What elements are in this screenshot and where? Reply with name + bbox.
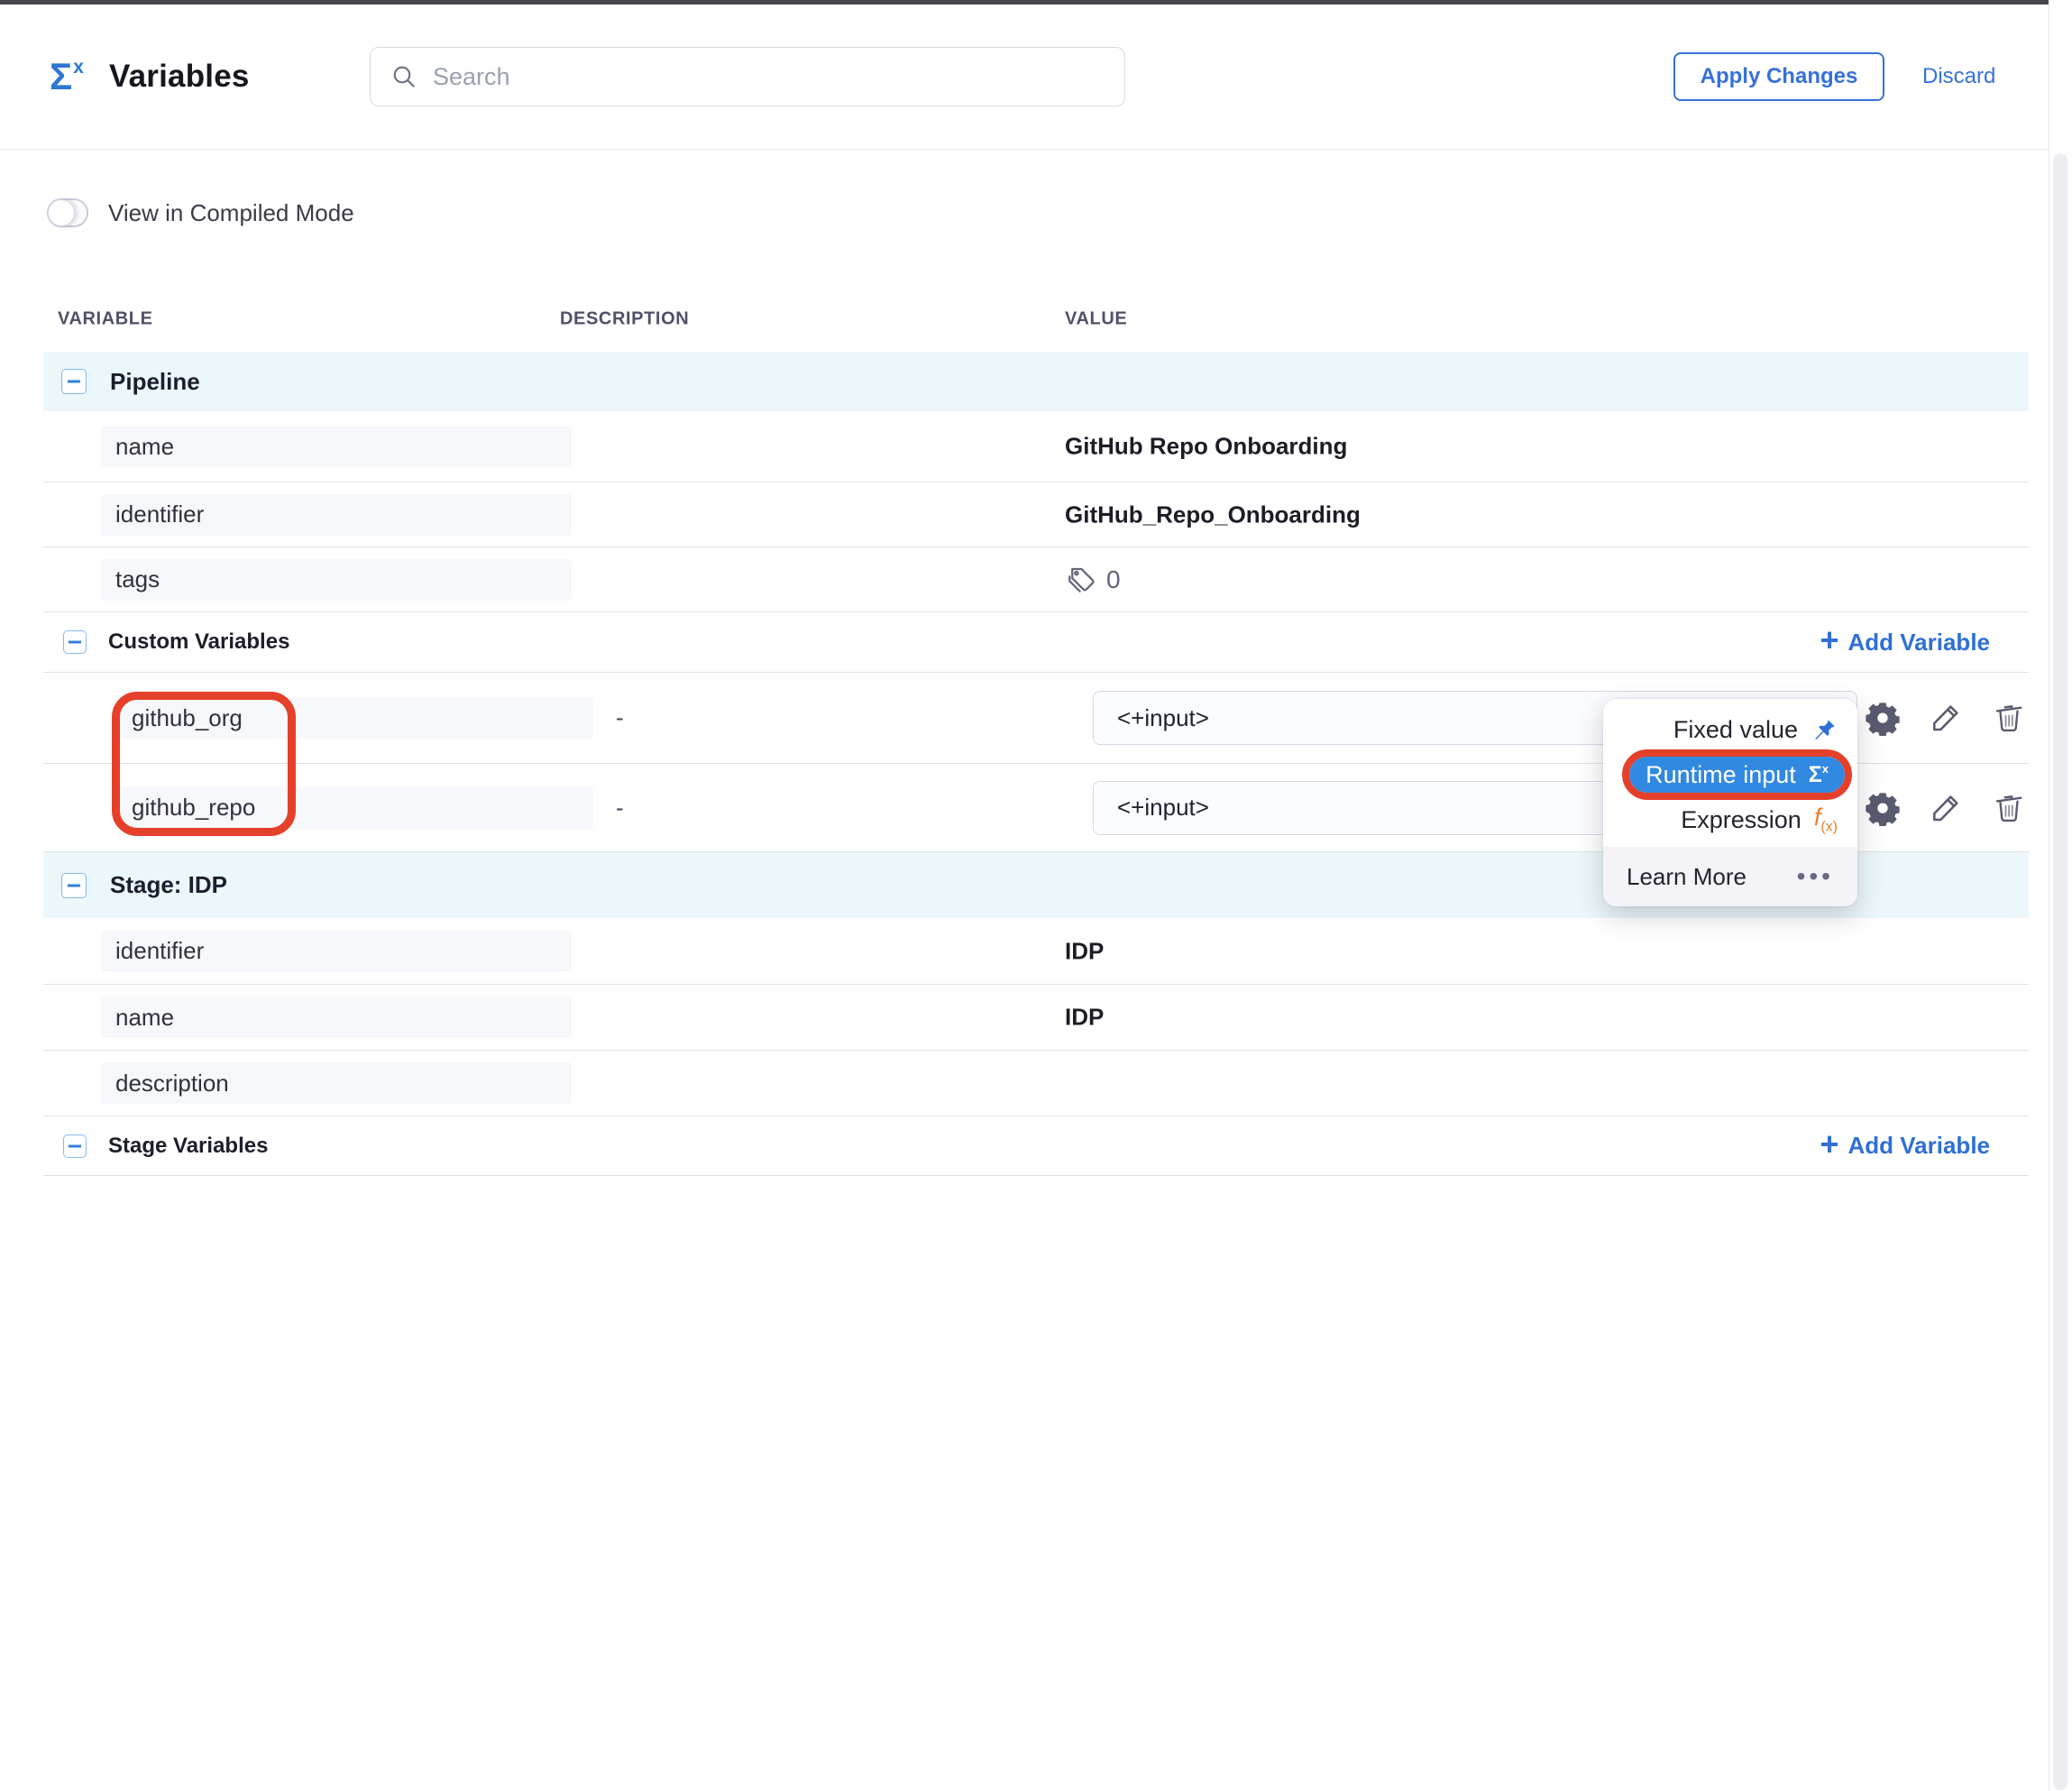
tag-icon (1065, 564, 1097, 596)
gear-icon (1865, 700, 1901, 736)
search-icon (390, 62, 418, 91)
sigma-variables-icon: Σx (50, 58, 84, 96)
value-type-menu-items: Fixed value Runtime input Σx Expression … (1603, 699, 1857, 847)
apply-changes-button[interactable]: Apply Changes (1673, 52, 1884, 101)
section-title-stage-variables: Stage Variables (108, 1134, 268, 1159)
table-row-pipeline-name: name GitHub Repo Onboarding (43, 411, 2029, 482)
compiled-mode-row: View in Compiled Mode (47, 197, 354, 228)
section-title-custom-variables: Custom Variables (108, 629, 289, 655)
variable-label-pill: name (101, 426, 572, 467)
variable-description: - (616, 794, 624, 822)
tag-count: 0 (1106, 565, 1121, 594)
variable-label: tags (115, 565, 160, 593)
pencil-icon (1929, 791, 1963, 825)
menu-item-expression[interactable]: Expression f(x) (1661, 802, 1857, 838)
variable-value: GitHub_Repo_Onboarding (1065, 501, 1361, 528)
menu-item-fixed-value[interactable]: Fixed value (1654, 712, 1857, 748)
variable-label: github_repo (132, 794, 255, 822)
pencil-icon (1929, 701, 1963, 735)
trash-icon (1992, 791, 2026, 825)
plus-icon: + (1820, 1128, 1838, 1161)
search-input[interactable] (431, 62, 1102, 92)
ellipsis-icon[interactable]: ••• (1797, 862, 1834, 891)
menu-item-runtime-input[interactable]: Runtime input Σx (1629, 757, 1845, 793)
column-header-variable: VARIABLE (58, 309, 153, 330)
add-variable-button[interactable]: + Add Variable (1814, 627, 1995, 657)
page-title: Variables (109, 59, 250, 95)
learn-more-row[interactable]: Learn More ••• (1603, 847, 1857, 906)
compiled-mode-label: View in Compiled Mode (108, 199, 354, 227)
variable-label-pill: name (101, 997, 572, 1038)
table-row-pipeline-tags: tags 0 (43, 547, 2029, 612)
variable-label-pill: github_org (115, 697, 593, 739)
learn-more-link[interactable]: Learn More (1627, 863, 1747, 891)
table-row-pipeline-identifier: identifier GitHub_Repo_Onboarding (43, 482, 2029, 547)
table-header-row: VARIABLE DESCRIPTION VALUE (43, 287, 2029, 352)
column-header-description: DESCRIPTION (560, 309, 689, 330)
section-title-stage: Stage: IDP (110, 871, 227, 899)
settings-button[interactable] (1865, 700, 1901, 736)
table-row-stage-description: description (43, 1051, 2029, 1116)
variable-label-pill: description (101, 1062, 572, 1104)
variable-label: identifier (115, 501, 204, 528)
scrollbar-thumb[interactable] (2053, 153, 2067, 1790)
variable-label-pill: tags (101, 559, 572, 601)
tags-value: 0 (1065, 564, 1121, 596)
variable-label: name (115, 1004, 174, 1032)
trash-icon (1992, 701, 2026, 735)
variable-label: name (115, 433, 174, 461)
section-header-custom-variables: Custom Variables + Add Variable (43, 612, 2029, 673)
edit-button[interactable] (1928, 700, 1964, 736)
settings-button[interactable] (1865, 790, 1901, 826)
variable-value: IDP (1065, 937, 1104, 965)
variable-label-pill: identifier (101, 931, 572, 972)
panel-header: Σx Variables Apply Changes Discard (0, 5, 2049, 150)
annotation-ring: Runtime input Σx (1622, 749, 1852, 800)
delete-button[interactable] (1991, 700, 2027, 736)
variable-label-pill: github_repo (115, 787, 593, 829)
variable-description: - (616, 704, 624, 732)
section-header-stage-variables: Stage Variables + Add Variable (43, 1116, 2029, 1176)
pin-icon (1811, 716, 1838, 743)
gear-icon (1865, 790, 1901, 826)
variable-value: GitHub Repo Onboarding (1065, 433, 1347, 461)
column-header-value: VALUE (1065, 309, 1127, 330)
collapse-icon-stage[interactable] (61, 873, 87, 898)
collapse-icon-custom-variables[interactable] (63, 630, 87, 654)
value-type-menu: Fixed value Runtime input Σx Expression … (1603, 699, 1857, 906)
section-header-pipeline: Pipeline (43, 352, 2029, 411)
section-title-pipeline: Pipeline (110, 368, 200, 396)
sigma-icon: Σx (1809, 762, 1829, 788)
table-row-stage-name: name IDP (43, 985, 2029, 1051)
variable-label: identifier (115, 937, 204, 965)
variable-value: IDP (1065, 1004, 1104, 1032)
scrollbar[interactable] (2049, 5, 2072, 1791)
add-variable-button[interactable]: + Add Variable (1814, 1131, 1995, 1162)
table-row-stage-identifier: identifier IDP (43, 918, 2029, 985)
toggle-knob (48, 199, 75, 226)
row-actions (1865, 790, 2027, 826)
collapse-icon-stage-variables[interactable] (63, 1134, 87, 1158)
fx-icon: f(x) (1814, 804, 1838, 835)
variable-label: description (115, 1070, 229, 1098)
delete-button[interactable] (1991, 790, 2027, 826)
collapse-icon-pipeline[interactable] (61, 369, 87, 394)
variable-label-pill: identifier (101, 494, 572, 536)
discard-button[interactable]: Discard (1922, 64, 1995, 89)
variable-label: github_org (132, 704, 243, 732)
search-box[interactable] (370, 47, 1125, 106)
row-actions (1865, 700, 2027, 736)
compiled-mode-toggle[interactable] (47, 198, 88, 227)
plus-icon: + (1820, 624, 1838, 657)
edit-button[interactable] (1928, 790, 1964, 826)
variables-panel: Σx Variables Apply Changes Discard View … (0, 0, 2072, 1791)
